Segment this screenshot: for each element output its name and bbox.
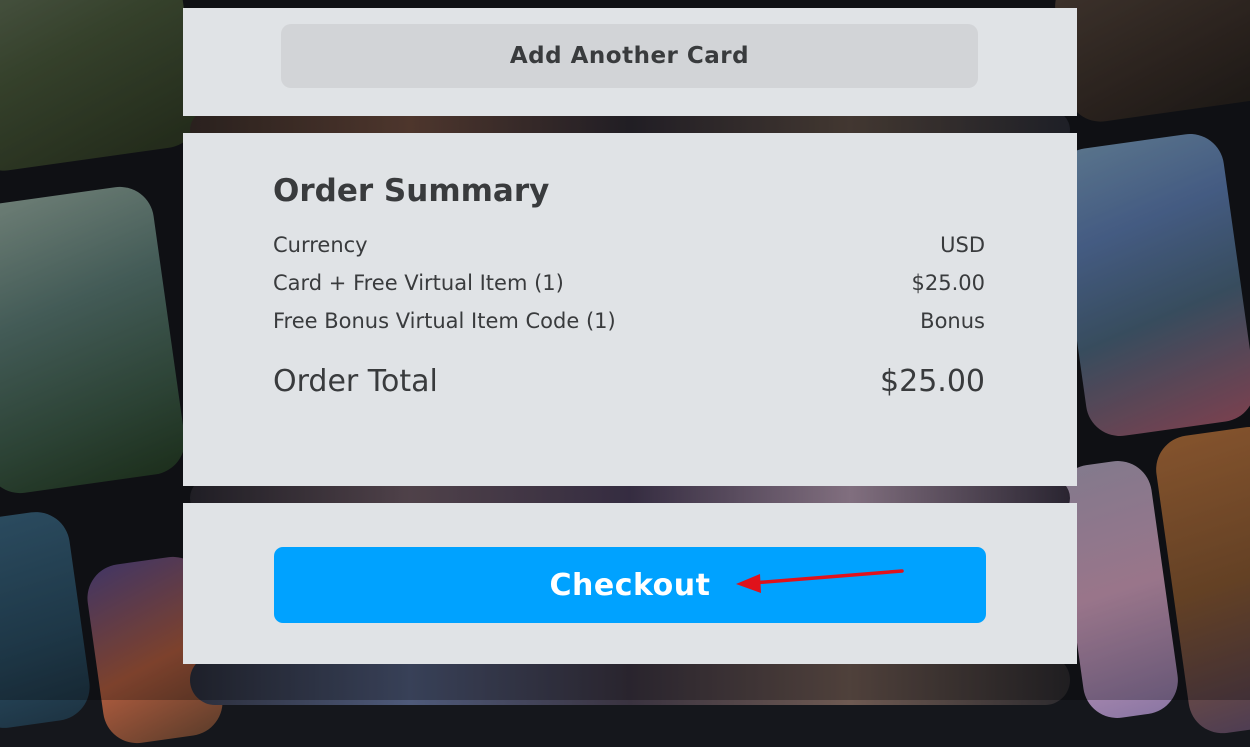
summary-row-label: Card + Free Virtual Item (1) [273, 271, 564, 295]
summary-row-bonus: Free Bonus Virtual Item Code (1) Bonus [273, 309, 985, 333]
order-summary-title: Order Summary [273, 173, 550, 209]
summary-row-label: Free Bonus Virtual Item Code (1) [273, 309, 616, 333]
add-card-panel: Add Another Card [183, 8, 1077, 116]
summary-row-currency: Currency USD [273, 233, 985, 257]
checkout-panel: Checkout [183, 503, 1077, 664]
order-total-label: Order Total [273, 364, 438, 399]
summary-row-value: USD [940, 233, 985, 257]
checkout-button[interactable]: Checkout [274, 547, 986, 623]
order-summary-panel: Order Summary Currency USD Card + Free V… [183, 133, 1077, 486]
order-total-row: Order Total $25.00 [273, 364, 985, 399]
summary-row-value: $25.00 [911, 271, 985, 295]
summary-row-label: Currency [273, 233, 368, 257]
add-another-card-button[interactable]: Add Another Card [281, 24, 978, 88]
summary-row-card: Card + Free Virtual Item (1) $25.00 [273, 271, 985, 295]
order-total-value: $25.00 [880, 364, 985, 399]
summary-row-value: Bonus [920, 309, 985, 333]
